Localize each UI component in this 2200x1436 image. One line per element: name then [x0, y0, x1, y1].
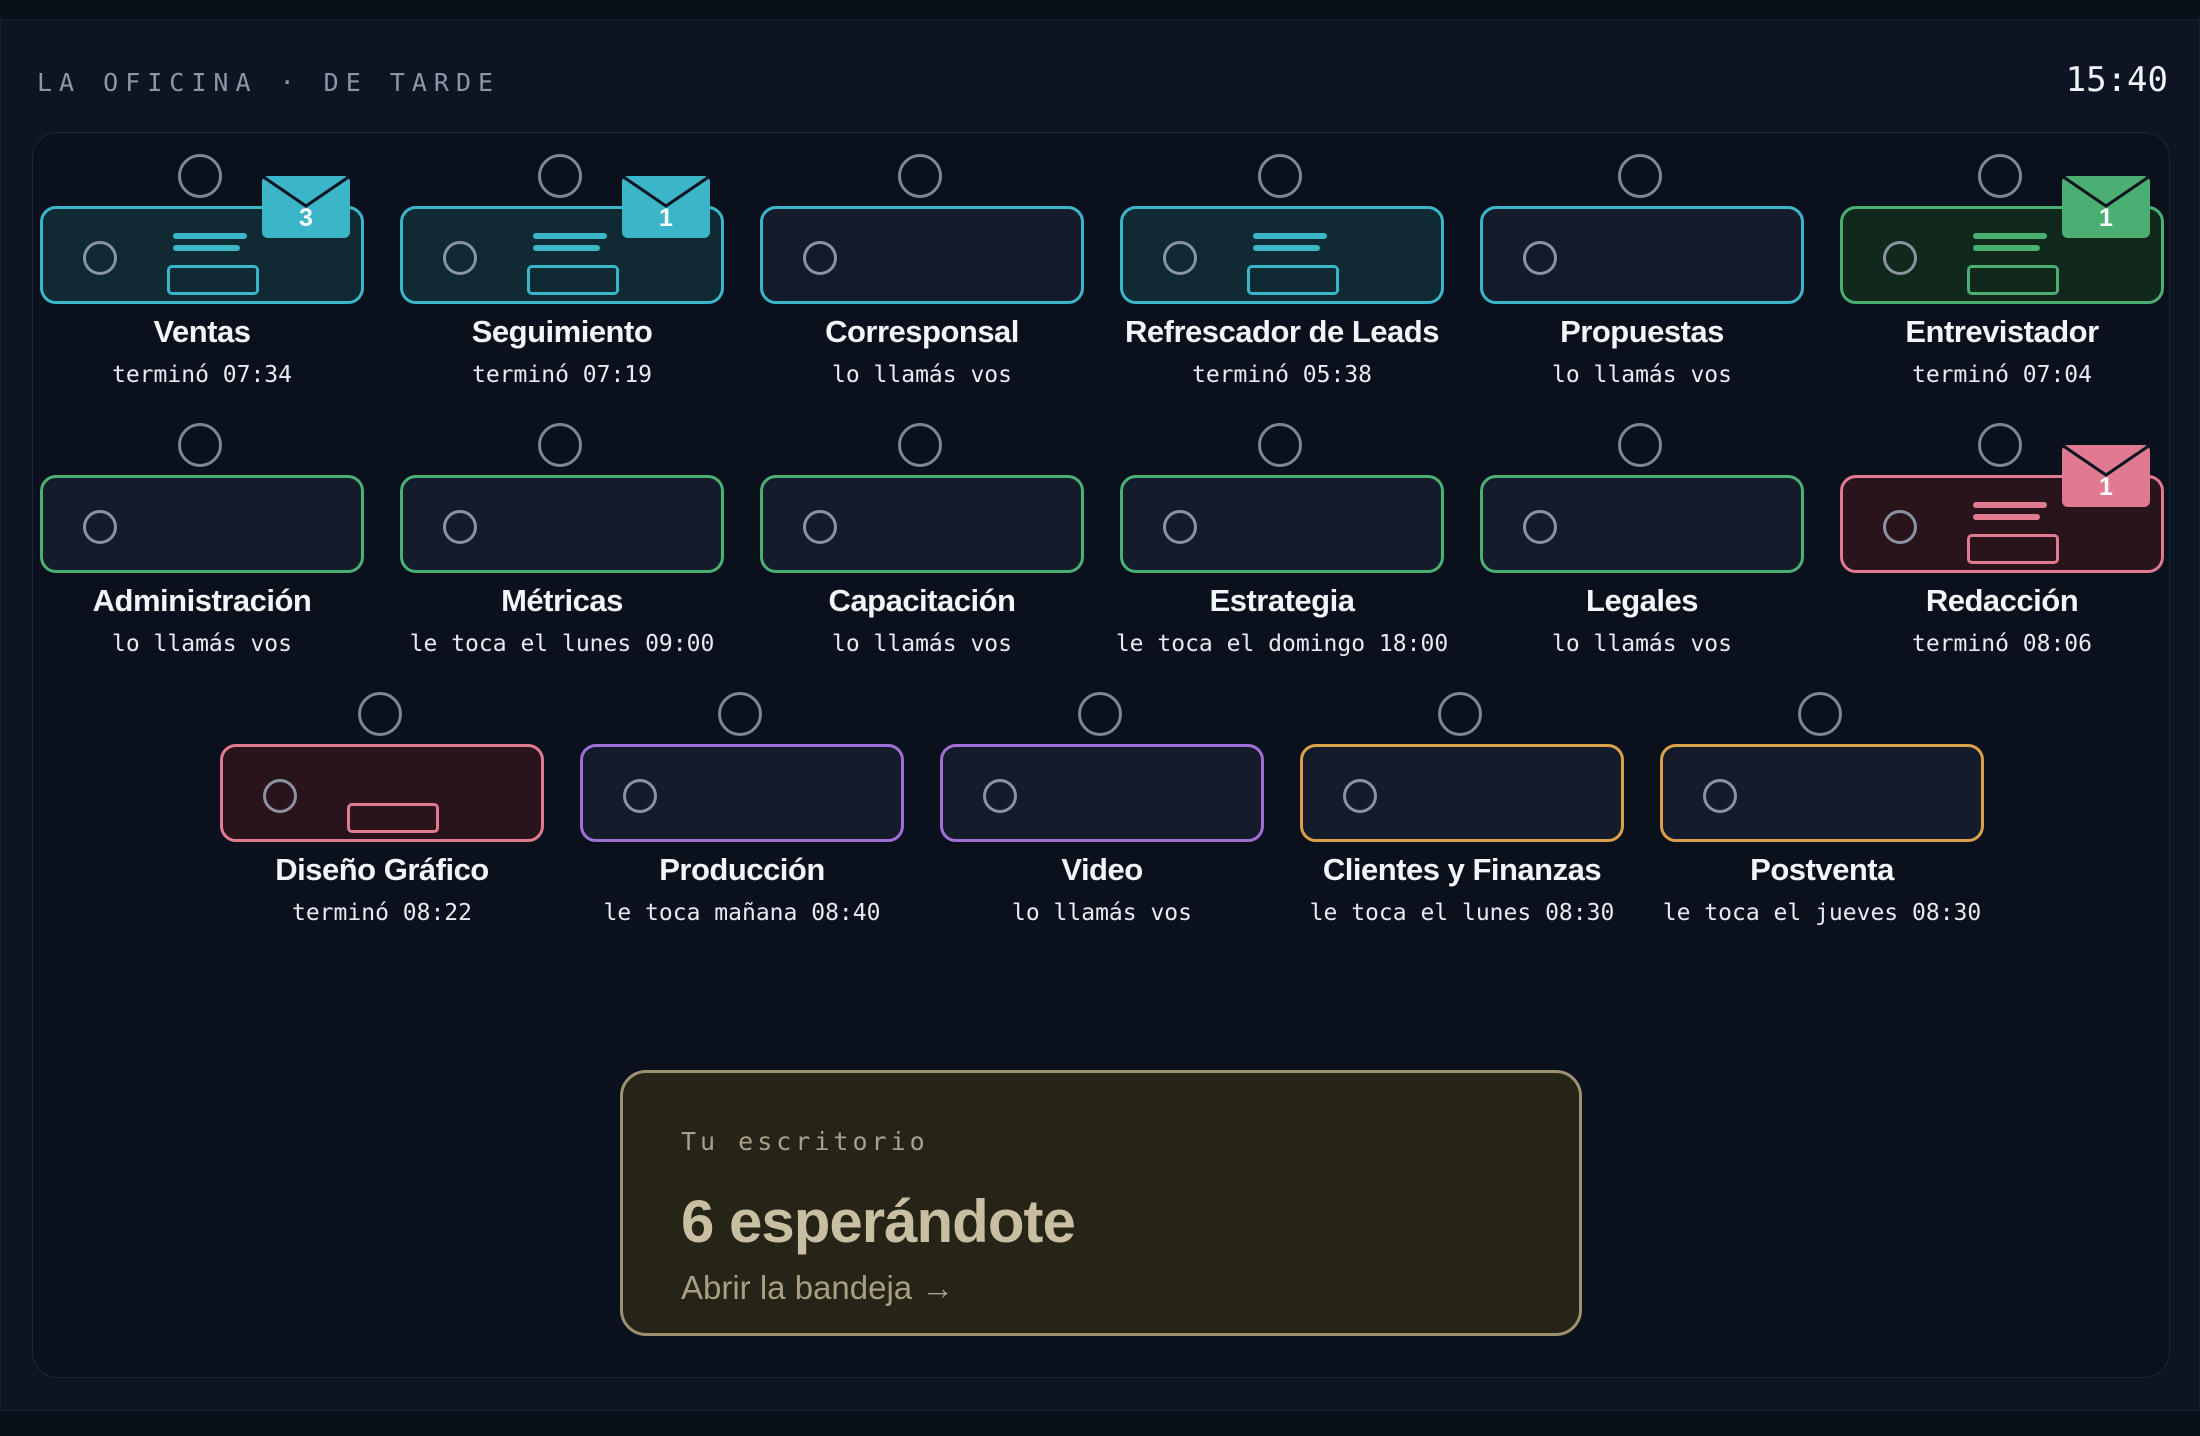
desk-box: [760, 206, 1084, 304]
agent-head-icon: [1438, 692, 1482, 736]
mail-icon[interactable]: 1: [2062, 176, 2150, 238]
agent-knob-icon: [263, 779, 297, 813]
agent-knob-icon: [983, 779, 1017, 813]
agent-head-icon: [1618, 423, 1662, 467]
agent-knob-icon: [623, 779, 657, 813]
desk-box: [1480, 206, 1804, 304]
agent-head-icon: [178, 423, 222, 467]
agent-knob-icon: [1703, 779, 1737, 813]
desk-diseno-grafico[interactable]: Diseño Gráfico terminó 08:22: [220, 692, 544, 1022]
desk-box: [1120, 475, 1444, 573]
desk-name: Métricas: [501, 583, 623, 618]
desk-name: Producción: [659, 852, 825, 887]
desk-box: [400, 475, 724, 573]
clock: 15:40: [2065, 60, 2168, 100]
my-desk-label: Tu escritorio: [681, 1127, 929, 1156]
mail-count: 1: [2099, 204, 2113, 232]
mail-icon[interactable]: 1: [622, 176, 710, 238]
desk-name: Clientes y Finanzas: [1322, 852, 1602, 887]
paper-tray-icon: [1967, 534, 2059, 564]
my-desk-card[interactable]: Tu escritorio 6 esperándote Abrir la ban…: [620, 1070, 1582, 1336]
agent-head-icon: [898, 423, 942, 467]
desk-status: le toca el jueves 08:30: [1662, 900, 1982, 926]
desk-name: Estrategia: [1209, 583, 1355, 618]
agent-knob-icon: [83, 241, 117, 275]
agent-knob-icon: [1883, 241, 1917, 275]
agent-head-icon: [1078, 692, 1122, 736]
agent-head-icon: [1258, 154, 1302, 198]
open-inbox-link[interactable]: Abrir la bandeja →: [681, 1269, 954, 1307]
desk-box: [1120, 206, 1444, 304]
agent-head-icon: [1258, 423, 1302, 467]
desk-box: [940, 744, 1264, 842]
agent-head-icon: [358, 692, 402, 736]
desk-box: [580, 744, 904, 842]
agent-head-icon: [178, 154, 222, 198]
mail-count: 1: [2099, 473, 2113, 501]
desk-postventa[interactable]: Postventa le toca el jueves 08:30: [1660, 692, 1984, 1022]
waiting-count: 6 esperándote: [681, 1188, 1076, 1255]
agent-head-icon: [1798, 692, 1842, 736]
agent-knob-icon: [83, 510, 117, 544]
paper-tray-icon: [167, 265, 259, 295]
desk-box: [40, 475, 364, 573]
desk-name: Refrescador de Leads: [1125, 314, 1439, 349]
mail-icon[interactable]: 1: [2062, 445, 2150, 507]
agent-knob-icon: [1163, 241, 1197, 275]
desk-clientes-y-finanzas[interactable]: Clientes y Finanzas le toca el lunes 08:3…: [1300, 692, 1624, 1022]
desk-name: Entrevistador: [1905, 314, 2099, 349]
desk-name: Administración: [92, 583, 312, 618]
agent-knob-icon: [1523, 510, 1557, 544]
agent-knob-icon: [443, 241, 477, 275]
paper-tray-icon: [347, 803, 439, 833]
agent-head-icon: [898, 154, 942, 198]
mail-icon[interactable]: 3: [262, 176, 350, 238]
document-lines-icon: [1973, 233, 2047, 257]
desk-name: Redacción: [1925, 583, 2079, 618]
agent-knob-icon: [1523, 241, 1557, 275]
desk-name: Postventa: [1750, 852, 1894, 887]
agent-knob-icon: [1883, 510, 1917, 544]
desk-name: Ventas: [153, 314, 251, 349]
desk-status: terminó 08:06: [1911, 631, 2092, 657]
desk-video[interactable]: Video lo llamás vos: [940, 692, 1264, 1022]
mail-count: 1: [659, 204, 673, 232]
desk-produccion[interactable]: Producción le toca mañana 08:40: [580, 692, 904, 1022]
desk-name: Capacitación: [828, 583, 1016, 618]
desk-name: Video: [1061, 852, 1143, 887]
agent-head-icon: [1978, 423, 2022, 467]
desk-name: Corresponsal: [825, 314, 1019, 349]
desk-box: [1480, 475, 1804, 573]
desk-box: [220, 744, 544, 842]
agent-knob-icon: [1343, 779, 1377, 813]
agent-knob-icon: [443, 510, 477, 544]
document-lines-icon: [1973, 502, 2047, 526]
document-lines-icon: [1253, 233, 1327, 257]
desk-name: Diseño Gráfico: [275, 852, 489, 887]
mail-count: 3: [299, 204, 313, 232]
document-lines-icon: [533, 233, 607, 257]
paper-tray-icon: [1967, 265, 2059, 295]
agent-knob-icon: [1163, 510, 1197, 544]
desk-box: [1300, 744, 1624, 842]
paper-tray-icon: [527, 265, 619, 295]
agent-head-icon: [1618, 154, 1662, 198]
agent-head-icon: [1978, 154, 2022, 198]
desk-name: Legales: [1586, 583, 1698, 618]
agent-head-icon: [538, 154, 582, 198]
agent-knob-icon: [803, 510, 837, 544]
desk-box: [1660, 744, 1984, 842]
office-title: LA OFICINA · DE TARDE: [37, 68, 501, 97]
desk-box: [760, 475, 1084, 573]
paper-tray-icon: [1247, 265, 1339, 295]
desk-name: Propuestas: [1560, 314, 1724, 349]
agent-head-icon: [538, 423, 582, 467]
document-lines-icon: [173, 233, 247, 257]
agent-head-icon: [718, 692, 762, 736]
agent-knob-icon: [803, 241, 837, 275]
desk-name: Seguimiento: [471, 314, 653, 349]
desk-status: terminó 07:04: [1911, 362, 2092, 388]
